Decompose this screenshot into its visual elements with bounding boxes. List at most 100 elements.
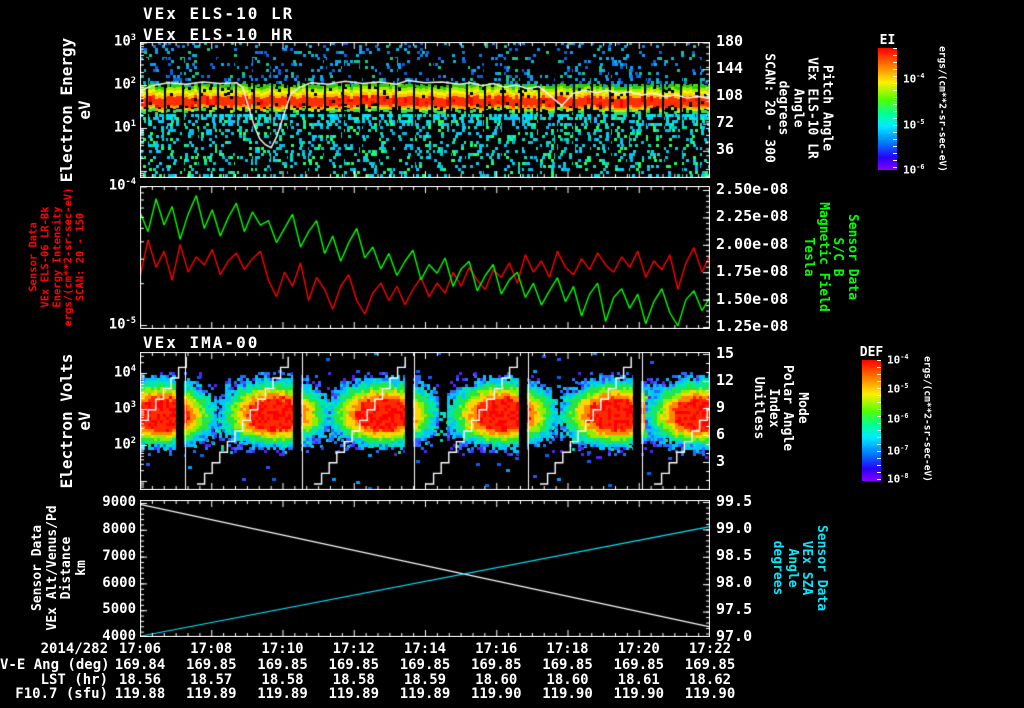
p4-right-tick-label: 97.5 <box>716 600 753 618</box>
p1-right-axis-title-line: VEx ELS-10 LR <box>804 57 820 159</box>
colorbar-tick-label: 10-8 <box>887 472 909 486</box>
time-axis-label: 17:08 <box>190 641 233 657</box>
p4-left-axis-title: Sensor Data VEx Alt/Venus/Pd Distance km <box>30 505 89 631</box>
colorbar-DEF <box>862 360 881 481</box>
footer-value: 18.57 <box>190 671 233 688</box>
footer-value: 169.85 <box>542 657 593 673</box>
p3-right-tick-label: 3 <box>716 452 726 470</box>
p4-left-tick-label: 6000 <box>102 575 136 591</box>
p2-left-axis-title-line: Sensor Data <box>27 222 40 292</box>
colorbar-tick-label: 10-7 <box>887 444 909 458</box>
footer-value: 18.62 <box>688 671 732 688</box>
colorbar-tick-label: 10-6 <box>887 412 909 426</box>
footer-value: 119.88 <box>114 686 166 703</box>
p4-right-tick-label: 98.0 <box>716 573 753 591</box>
p2-right-axis-title-line: Tesla <box>801 237 817 277</box>
p4-right-axis-title-line: Sensor Data <box>814 524 830 612</box>
footer-row-label: LST (hr) <box>40 671 108 688</box>
p4-left-tick-label: 9000 <box>102 494 136 510</box>
p2-right-tick-label: 1.50e-08 <box>716 290 789 308</box>
p3-left-axis-title: Electron Volts eV <box>57 353 94 489</box>
footer-date: 2014/282 <box>40 641 108 657</box>
footer-value: 18.58 <box>261 671 304 688</box>
colorbar-tick-label: 10-5 <box>903 118 925 132</box>
p3-right-axis-title-line: Index <box>766 388 781 428</box>
time-axis-label: 17:20 <box>617 641 660 657</box>
p2-left-tick-label: 10-5 <box>108 316 136 333</box>
footer-value: 18.61 <box>617 671 660 688</box>
p3-right-tick-label: 15 <box>716 344 735 362</box>
els-spectrogram-canvas <box>140 42 710 178</box>
colorbar-unit-DEF: ergs/(cm**2-sr-sec-eV) <box>921 356 932 482</box>
p4-left-axis-title-line: VEx Alt/Venus/Pd <box>44 505 60 631</box>
colorbar-tickmarks <box>893 48 897 170</box>
p4-right-axis-title-line: degrees <box>770 540 786 596</box>
p2-left-tick-label: 10-4 <box>108 177 136 194</box>
footer-value: 169.85 <box>328 657 380 673</box>
footer-value: 169.85 <box>185 657 237 673</box>
footer-value: 119.90 <box>684 686 736 703</box>
p2-right-axis-title: Sensor Data S/C B Magnetic Field Tesla <box>801 202 861 312</box>
footer-value: 169.84 <box>114 657 166 673</box>
footer-value: 169.85 <box>684 657 736 673</box>
p1-right-tick-label: 72 <box>716 113 735 131</box>
p1-left-axis-title-line: eV <box>75 100 94 120</box>
footer-row-label: F10.7 (sfu) <box>15 686 108 703</box>
footer-value: 169.85 <box>399 657 451 673</box>
p2-right-tick-label: 2.50e-08 <box>716 180 789 198</box>
p1-right-axis-title: Pitch Angle VEx ELS-10 LR Angle degrees SCAN… <box>761 53 834 163</box>
time-axis-label: 17:14 <box>403 641 447 657</box>
p4-left-axis-title-line: km <box>73 560 89 576</box>
p4-left-axis-title-line: Distance <box>59 536 74 600</box>
footer-value: 119.89 <box>399 686 451 703</box>
p2-right-tick-label: 1.75e-08 <box>716 262 789 280</box>
ima-spectrogram-canvas <box>140 352 710 490</box>
time-axis-label: 17:22 <box>688 641 732 657</box>
p2-right-tick-label: 2.25e-08 <box>716 207 789 225</box>
vex-science-data-display: VEx ELS-10 LR VEx ELS-10 HR VEx IMA-00 2… <box>0 0 1024 708</box>
p2-right-tick-label: 2.00e-08 <box>716 235 789 253</box>
footer-value: 169.85 <box>470 657 522 673</box>
p2-right-axis-title-line: Sensor Data <box>845 213 861 301</box>
p4-right-tick-label: 99.5 <box>716 492 753 510</box>
footer-value: 119.89 <box>328 686 380 703</box>
time-axis-label: 17:12 <box>332 641 375 657</box>
p3-right-axis-title-line: Mode <box>795 392 811 424</box>
p1-left-axis-title: Electron Energy eV <box>57 38 94 183</box>
p3-left-axis-title-line: Electron Volts <box>57 353 77 489</box>
time-axis-label: 17:06 <box>118 641 162 657</box>
intensity-bfield-line-canvas <box>140 186 710 329</box>
els-lr-title: VEx ELS-10 LR <box>143 4 295 23</box>
colorbar-tickmarks <box>877 360 881 481</box>
p3-left-axis-title-line: eV <box>75 411 94 431</box>
p4-right-axis-title-line: Angle <box>785 548 800 588</box>
p1-right-tick-label: 108 <box>716 86 744 104</box>
time-axis-label: 17:16 <box>475 641 518 657</box>
p2-right-tick-label: 1.25e-08 <box>716 317 789 335</box>
p4-left-tick-label: 8000 <box>102 521 136 537</box>
p4-right-tick-label: 99.0 <box>716 519 753 537</box>
colorbar-EI <box>878 48 897 170</box>
p4-left-tick-label: 7000 <box>102 548 136 564</box>
p3-right-axis-title: Mode Polar Angle Index Unitless <box>751 365 811 451</box>
colorbar-tick-label: 10-5 <box>887 382 909 396</box>
footer-value: 18.59 <box>403 671 447 688</box>
p3-right-tick-label: 9 <box>716 398 726 416</box>
colorbar-unit-DEF-line: ergs/(cm**2-sr-sec-eV) <box>921 356 933 482</box>
footer-value: 169.85 <box>613 657 665 673</box>
p1-right-axis-title-line: degrees <box>775 80 791 136</box>
p3-right-tick-label: 6 <box>716 425 726 443</box>
footer-row-label: V-E Ang (deg) <box>0 657 110 673</box>
p4-right-axis-title-line: VEx SZA <box>799 540 815 596</box>
p2-right-axis-title-line: Magnetic Field <box>816 202 831 312</box>
footer-value: 119.90 <box>542 686 593 703</box>
p4-right-axis-title: Sensor Data VEx SZA Angle degrees <box>770 524 830 612</box>
p2-left-axis-title-line: SCAN: 20 - 150 <box>74 212 87 302</box>
p2-left-axis-title: Sensor Data VEx ELS-06 LR-Bk Energy Intens… <box>27 187 88 326</box>
footer-value: 18.58 <box>332 671 375 688</box>
p1-right-axis-title-line: SCAN: 20 - 300 <box>761 53 777 163</box>
footer-value: 119.89 <box>185 686 237 703</box>
p4-left-tick-label: 5000 <box>102 601 136 617</box>
p1-right-tick-label: 36 <box>716 140 735 158</box>
colorbar-unit-EI-line: ergs/(cm**2-sr-sec-eV) <box>936 46 948 172</box>
